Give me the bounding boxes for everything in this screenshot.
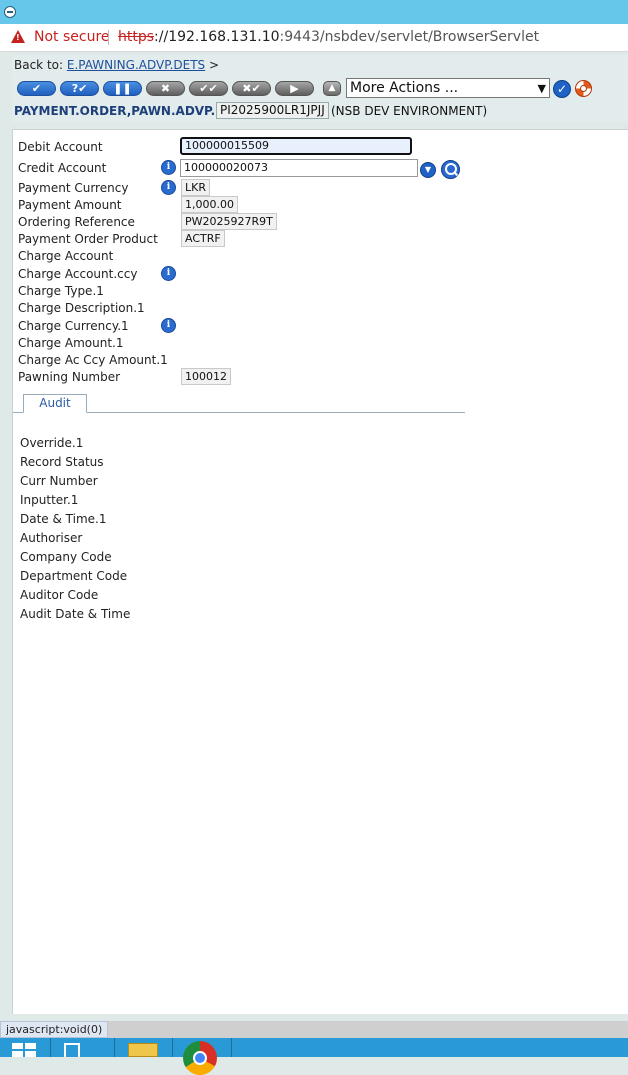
commit-button[interactable]: ✔ <box>17 81 56 96</box>
field-label-charge-type: Charge Type.1 <box>18 284 104 298</box>
payment-currency-value: LKR <box>181 179 210 196</box>
field-label-charge-currency: Charge Currency.1 <box>18 319 129 333</box>
address-bar[interactable]: ! Not secure https://192.168.131.10:9443… <box>0 24 628 52</box>
address-separator <box>108 30 109 45</box>
upload-icon[interactable]: ▲ <box>323 81 341 96</box>
validate-button[interactable]: ?✔ <box>60 81 99 96</box>
field-label-charge-description: Charge Description.1 <box>18 301 145 315</box>
credit-account-input[interactable]: 100000020073 <box>180 159 418 177</box>
payment-order-product-value: ACTRF <box>181 230 225 247</box>
record-id: PI2025900LR1JPJJ <box>216 102 329 119</box>
chevron-down-icon: ▼ <box>537 82 546 95</box>
payment-order-form: Debit Account 100000015509 Credit Accoun… <box>12 129 628 1014</box>
hold-button[interactable]: ❚❚ <box>103 81 142 96</box>
debit-account-input[interactable]: 100000015509 <box>180 137 412 155</box>
reverse-button[interactable]: ✖✔ <box>232 81 271 96</box>
go-check-icon[interactable]: ✓ <box>553 80 571 98</box>
field-label-pawning-number: Pawning Number <box>18 370 121 384</box>
warning-icon-mark: ! <box>16 33 20 42</box>
chrome-icon[interactable] <box>183 1041 217 1075</box>
credit-account-info-icon[interactable]: i <box>161 160 176 175</box>
back-navigation: Back to: E.PAWNING.ADVP.DETS > <box>14 58 219 72</box>
tab-audit[interactable]: Audit <box>23 394 87 413</box>
url-text[interactable]: https://192.168.131.10:9443/nsbdev/servl… <box>118 29 539 45</box>
url-path: :9443/nsbdev/servlet/BrowserServlet <box>279 29 540 45</box>
environment-label: (NSB DEV ENVIRONMENT) <box>331 104 488 118</box>
browser-app-icon <box>4 6 16 18</box>
window-titlebar <box>0 0 628 24</box>
payment-currency-info-icon[interactable]: i <box>161 180 176 195</box>
field-label-debit-account: Debit Account <box>18 140 103 154</box>
field-label-payment-amount: Payment Amount <box>18 198 122 212</box>
audit-label-curr-number: Curr Number <box>20 474 98 488</box>
field-label-credit-account: Credit Account <box>18 161 107 175</box>
audit-label-authoriser: Authoriser <box>20 531 83 545</box>
transaction-toolbar: Back to: E.PAWNING.ADVP.DETS > ✔ ?✔ ❚❚ ✖… <box>12 55 628 122</box>
field-label-ordering-reference: Ordering Reference <box>18 215 135 229</box>
taskbar-separator <box>114 1038 115 1057</box>
audit-label-record-status: Record Status <box>20 455 104 469</box>
url-host: ://192.168.131.10 <box>154 29 280 45</box>
more-actions-select[interactable]: More Actions ... ▼ <box>346 78 550 98</box>
delete-button[interactable]: ✖ <box>146 81 185 96</box>
field-label-payment-order-product: Payment Order Product <box>18 232 158 246</box>
field-label-charge-ac-ccy-amount: Charge Ac Ccy Amount.1 <box>18 353 168 367</box>
audit-label-inputter: Inputter.1 <box>20 493 79 507</box>
taskbar-separator <box>172 1038 173 1057</box>
windows-start-icon[interactable] <box>12 1043 36 1057</box>
charge-currency-info-icon[interactable]: i <box>161 318 176 333</box>
application-name: PAYMENT.ORDER,PAWN.ADVP.NSB <box>14 104 244 118</box>
field-label-charge-account: Charge Account <box>18 249 114 263</box>
taskbar-separator <box>50 1038 51 1057</box>
back-suffix: > <box>209 58 220 72</box>
credit-account-search-icon[interactable] <box>441 160 460 179</box>
windows-taskbar <box>0 1038 628 1075</box>
audit-label-date-time: Date & Time.1 <box>20 512 107 526</box>
status-url-text: javascript:void(0) <box>0 1021 109 1038</box>
task-view-icon[interactable] <box>64 1043 80 1057</box>
authorise-button[interactable]: ✔✔ <box>189 81 228 96</box>
pawning-number-value: 100012 <box>181 368 231 385</box>
credit-account-dropdown-icon[interactable]: ▼ <box>420 162 436 178</box>
field-label-charge-amount: Charge Amount.1 <box>18 336 124 350</box>
next-button[interactable]: ▶ <box>275 81 314 96</box>
file-explorer-icon[interactable] <box>128 1043 158 1057</box>
field-label-payment-currency: Payment Currency <box>18 181 129 195</box>
audit-label-company-code: Company Code <box>20 550 112 564</box>
charge-account-ccy-info-icon[interactable]: i <box>161 266 176 281</box>
taskbar-separator <box>231 1038 232 1057</box>
back-link[interactable]: E.PAWNING.ADVP.DETS <box>67 58 205 72</box>
security-status[interactable]: Not secure <box>34 29 110 45</box>
url-scheme: https <box>118 29 155 45</box>
audit-label-override: Override.1 <box>20 436 84 450</box>
back-prefix: Back to: <box>14 58 64 72</box>
ordering-reference-value: PW2025927R9T <box>181 213 277 230</box>
help-lifebuoy-icon[interactable] <box>575 80 592 97</box>
audit-label-auditor-code: Auditor Code <box>20 588 99 602</box>
audit-label-department-code: Department Code <box>20 569 128 583</box>
more-actions-label: More Actions ... <box>350 80 459 96</box>
field-label-charge-account-ccy: Charge Account.ccy <box>18 267 138 281</box>
audit-label-audit-date-time: Audit Date & Time <box>20 607 131 621</box>
payment-amount-value: 1,000.00 <box>181 196 238 213</box>
